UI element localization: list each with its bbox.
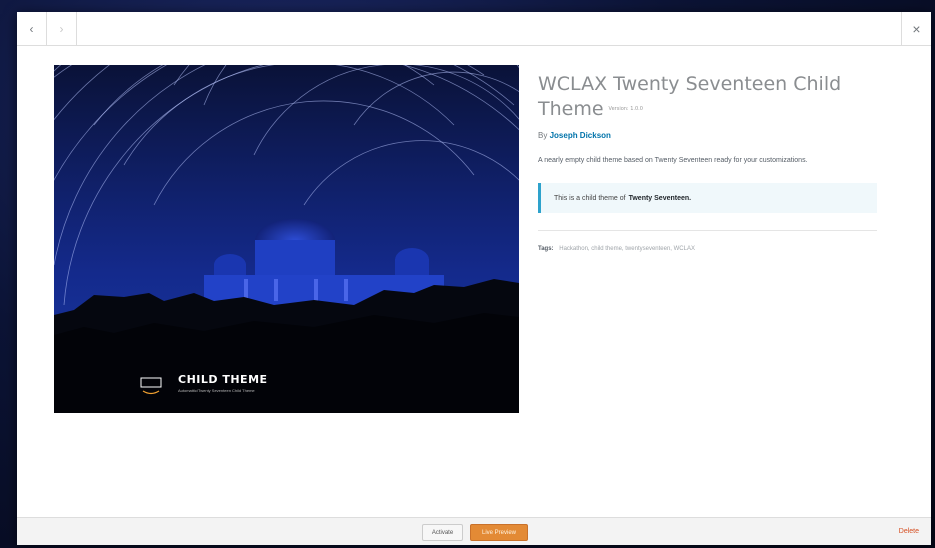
wordcamp-logo-icon [140,377,162,395]
theme-name: WCLAX Twenty Seventeen Child Theme [538,73,842,120]
previous-theme-button[interactable]: ‹ [17,12,47,46]
divider [538,230,877,231]
tags-label: Tags: [538,246,554,252]
author-link[interactable]: Joseph Dickson [550,131,611,140]
close-modal-button[interactable]: × [901,12,931,46]
tags-list: Hackathon, child theme, twentyseventeen,… [559,246,695,252]
delete-theme-link[interactable]: Delete [899,528,919,535]
close-icon: × [912,21,921,37]
parent-theme-name: Twenty Seventeen. [628,194,692,202]
author-prefix: By [538,131,548,140]
modal-header: ‹ › × [17,12,931,46]
theme-version: Version: 1.0.0 [608,106,643,112]
theme-name-heading: WCLAX Twenty Seventeen Child Theme Versio… [538,72,878,122]
chevron-right-icon: › [59,22,64,36]
theme-description: A nearly empty child theme based on Twen… [538,157,808,164]
parent-notice-text: This is a child theme of [554,194,626,202]
theme-screenshot: CHILD THEME Automattic/Twenty Seventeen … [54,65,519,413]
theme-tags: Tags: Hackathon, child theme, twentyseve… [538,246,878,252]
live-preview-button[interactable]: Live Preview [470,524,528,541]
theme-author: By Joseph Dickson [538,131,878,140]
chevron-left-icon: ‹ [29,22,34,36]
activate-button[interactable]: Activate [422,524,463,541]
theme-actions: Activate Live Preview Delete [17,517,931,545]
parent-theme-notice: This is a child theme of Twenty Seventee… [538,183,877,213]
screenshot-scene [54,65,519,413]
theme-details-modal: ‹ › × CHILD THEME Automattic/Twenty Seve… [17,12,931,545]
theme-info: WCLAX Twenty Seventeen Child Theme Versio… [538,72,878,252]
screenshot-subtitle: Automattic/Twenty Seventeen Child Theme [178,388,255,393]
screenshot-title: CHILD THEME [178,373,268,386]
next-theme-button[interactable]: › [47,12,77,46]
